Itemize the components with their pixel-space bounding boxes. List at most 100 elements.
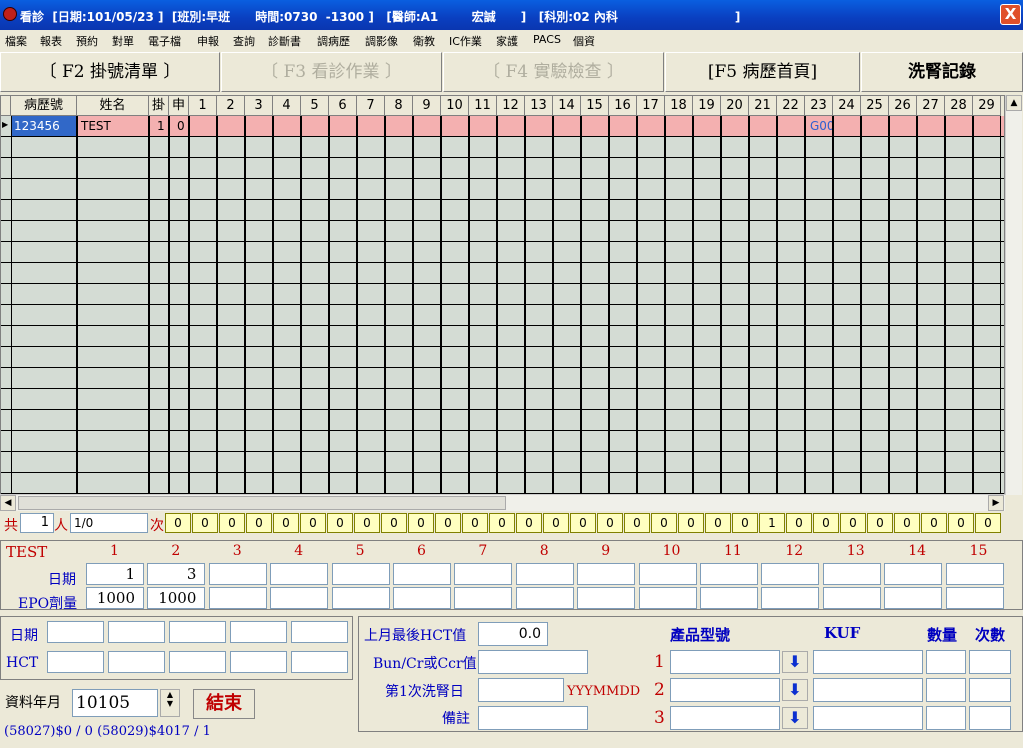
- tab-dialysis[interactable]: 洗腎記錄: [861, 52, 1023, 92]
- column-header[interactable]: 1: [189, 96, 217, 116]
- column-header[interactable]: 15: [581, 96, 609, 116]
- menu-appointment[interactable]: 預約: [76, 33, 98, 49]
- column-header[interactable]: 10: [441, 96, 469, 116]
- column-header[interactable]: 7: [357, 96, 385, 116]
- epo-dose-cell[interactable]: [454, 587, 513, 609]
- epo-dose-cell[interactable]: [700, 587, 758, 609]
- cell-name[interactable]: TEST: [81, 119, 111, 133]
- table-row[interactable]: 123456 TEST 1 0 G00: [11, 116, 1004, 136]
- epo-date-cell[interactable]: [393, 563, 451, 585]
- column-header[interactable]: 28: [945, 96, 973, 116]
- epo-date-cell[interactable]: [884, 563, 943, 585]
- column-header[interactable]: 19: [693, 96, 721, 116]
- hct-value-cell[interactable]: [230, 651, 287, 673]
- epo-date-cell[interactable]: [822, 563, 881, 585]
- hct-value-cell[interactable]: [108, 651, 165, 673]
- epo-dose-cell[interactable]: [884, 587, 943, 609]
- tab-f3-consult[interactable]: 〔 F3 看診作業 〕: [221, 52, 442, 92]
- column-header[interactable]: 13: [525, 96, 553, 116]
- column-header[interactable]: 16: [609, 96, 637, 116]
- epo-dose-cell[interactable]: [761, 587, 820, 609]
- hct-date-cell[interactable]: [108, 621, 165, 643]
- column-header[interactable]: 23: [805, 96, 833, 116]
- epo-dose-cell[interactable]: [638, 587, 697, 609]
- quantity-input[interactable]: [926, 706, 966, 730]
- product-model-input[interactable]: [670, 650, 780, 674]
- menu-efile[interactable]: 電子檔: [148, 33, 181, 49]
- vertical-scrollbar[interactable]: ▲: [1005, 95, 1022, 495]
- epo-dose-cell[interactable]: [822, 587, 881, 609]
- column-header[interactable]: 9: [413, 96, 441, 116]
- epo-dose-cell[interactable]: [515, 587, 574, 609]
- epo-date-cell[interactable]: [577, 563, 636, 585]
- cell-day-23[interactable]: G00: [810, 119, 835, 133]
- epo-date-cell[interactable]: [945, 563, 1004, 585]
- hct-value-cell[interactable]: [291, 651, 348, 673]
- hct-date-cell[interactable]: [47, 621, 104, 643]
- scroll-left-icon[interactable]: ◀: [0, 495, 16, 511]
- column-header[interactable]: 22: [777, 96, 805, 116]
- column-header[interactable]: 26: [889, 96, 917, 116]
- epo-date-cell[interactable]: [454, 563, 513, 585]
- scroll-up-icon[interactable]: ▲: [1006, 95, 1022, 111]
- menu-images[interactable]: 調影像: [365, 33, 398, 49]
- menu-privacy[interactable]: 個資: [573, 33, 595, 49]
- menu-certificate[interactable]: 診斷書: [268, 33, 301, 49]
- column-header[interactable]: 2: [217, 96, 245, 116]
- tab-f2-registration[interactable]: 〔 F2 掛號清單 〕: [0, 52, 220, 92]
- epo-date-cell[interactable]: 1: [86, 563, 144, 585]
- column-header[interactable]: 24: [833, 96, 861, 116]
- column-header[interactable]: 29: [973, 96, 1001, 116]
- column-header[interactable]: 病歷號: [11, 96, 77, 116]
- epo-date-cell[interactable]: 3: [147, 563, 206, 585]
- tab-f4-lab[interactable]: 〔 F4 實驗檢查 〕: [443, 52, 664, 92]
- epo-dose-cell[interactable]: [208, 587, 267, 609]
- ratio-field[interactable]: 1/0: [70, 513, 148, 533]
- menu-homecare[interactable]: 家護: [496, 33, 518, 49]
- kuf-input[interactable]: [813, 678, 923, 702]
- column-header[interactable]: 11: [469, 96, 497, 116]
- month-spinner[interactable]: ▲ ▼: [160, 689, 180, 717]
- column-header[interactable]: 17: [637, 96, 665, 116]
- end-button[interactable]: 結束: [193, 689, 255, 719]
- menu-records[interactable]: 調病歷: [317, 33, 350, 49]
- epo-dose-cell[interactable]: 1000: [86, 587, 144, 609]
- product-model-input[interactable]: [670, 678, 780, 702]
- menu-query[interactable]: 查詢: [233, 33, 255, 49]
- product-model-input[interactable]: [670, 706, 780, 730]
- column-header[interactable]: 申: [169, 96, 189, 116]
- menu-file[interactable]: 檔案: [5, 33, 27, 49]
- epo-date-cell[interactable]: [638, 563, 697, 585]
- epo-dose-cell[interactable]: [577, 587, 636, 609]
- column-header[interactable]: 14: [553, 96, 581, 116]
- times-input[interactable]: [969, 650, 1011, 674]
- epo-date-cell[interactable]: [331, 563, 390, 585]
- hct-date-cell[interactable]: [230, 621, 287, 643]
- dropdown-arrow-icon[interactable]: ⬇: [782, 707, 808, 729]
- column-header[interactable]: 5: [301, 96, 329, 116]
- column-header[interactable]: 4: [273, 96, 301, 116]
- epo-dose-cell[interactable]: [393, 587, 451, 609]
- epo-date-cell[interactable]: [515, 563, 574, 585]
- column-header[interactable]: 6: [329, 96, 357, 116]
- menu-report[interactable]: 報表: [40, 33, 62, 49]
- tab-f5-records[interactable]: [F5 病歷首頁]: [665, 52, 860, 92]
- bun-input[interactable]: [478, 650, 588, 674]
- scroll-right-icon[interactable]: ▶: [988, 495, 1004, 511]
- column-header[interactable]: 25: [861, 96, 889, 116]
- epo-dose-cell[interactable]: [331, 587, 390, 609]
- column-header[interactable]: 21: [749, 96, 777, 116]
- times-input[interactable]: [969, 706, 1011, 730]
- epo-dose-cell[interactable]: 1000: [147, 587, 206, 609]
- cell-reg[interactable]: 1: [157, 119, 165, 133]
- note-input[interactable]: [478, 706, 588, 730]
- last-hct-input[interactable]: 0.0: [478, 622, 548, 646]
- column-header[interactable]: 27: [917, 96, 945, 116]
- column-header[interactable]: 12: [497, 96, 525, 116]
- kuf-input[interactable]: [813, 650, 923, 674]
- menu-ic[interactable]: IC作業: [449, 33, 482, 49]
- first-dialysis-input[interactable]: [478, 678, 564, 702]
- menu-reconcile[interactable]: 對單: [112, 33, 134, 49]
- times-input[interactable]: [969, 678, 1011, 702]
- menu-education[interactable]: 衛教: [413, 33, 435, 49]
